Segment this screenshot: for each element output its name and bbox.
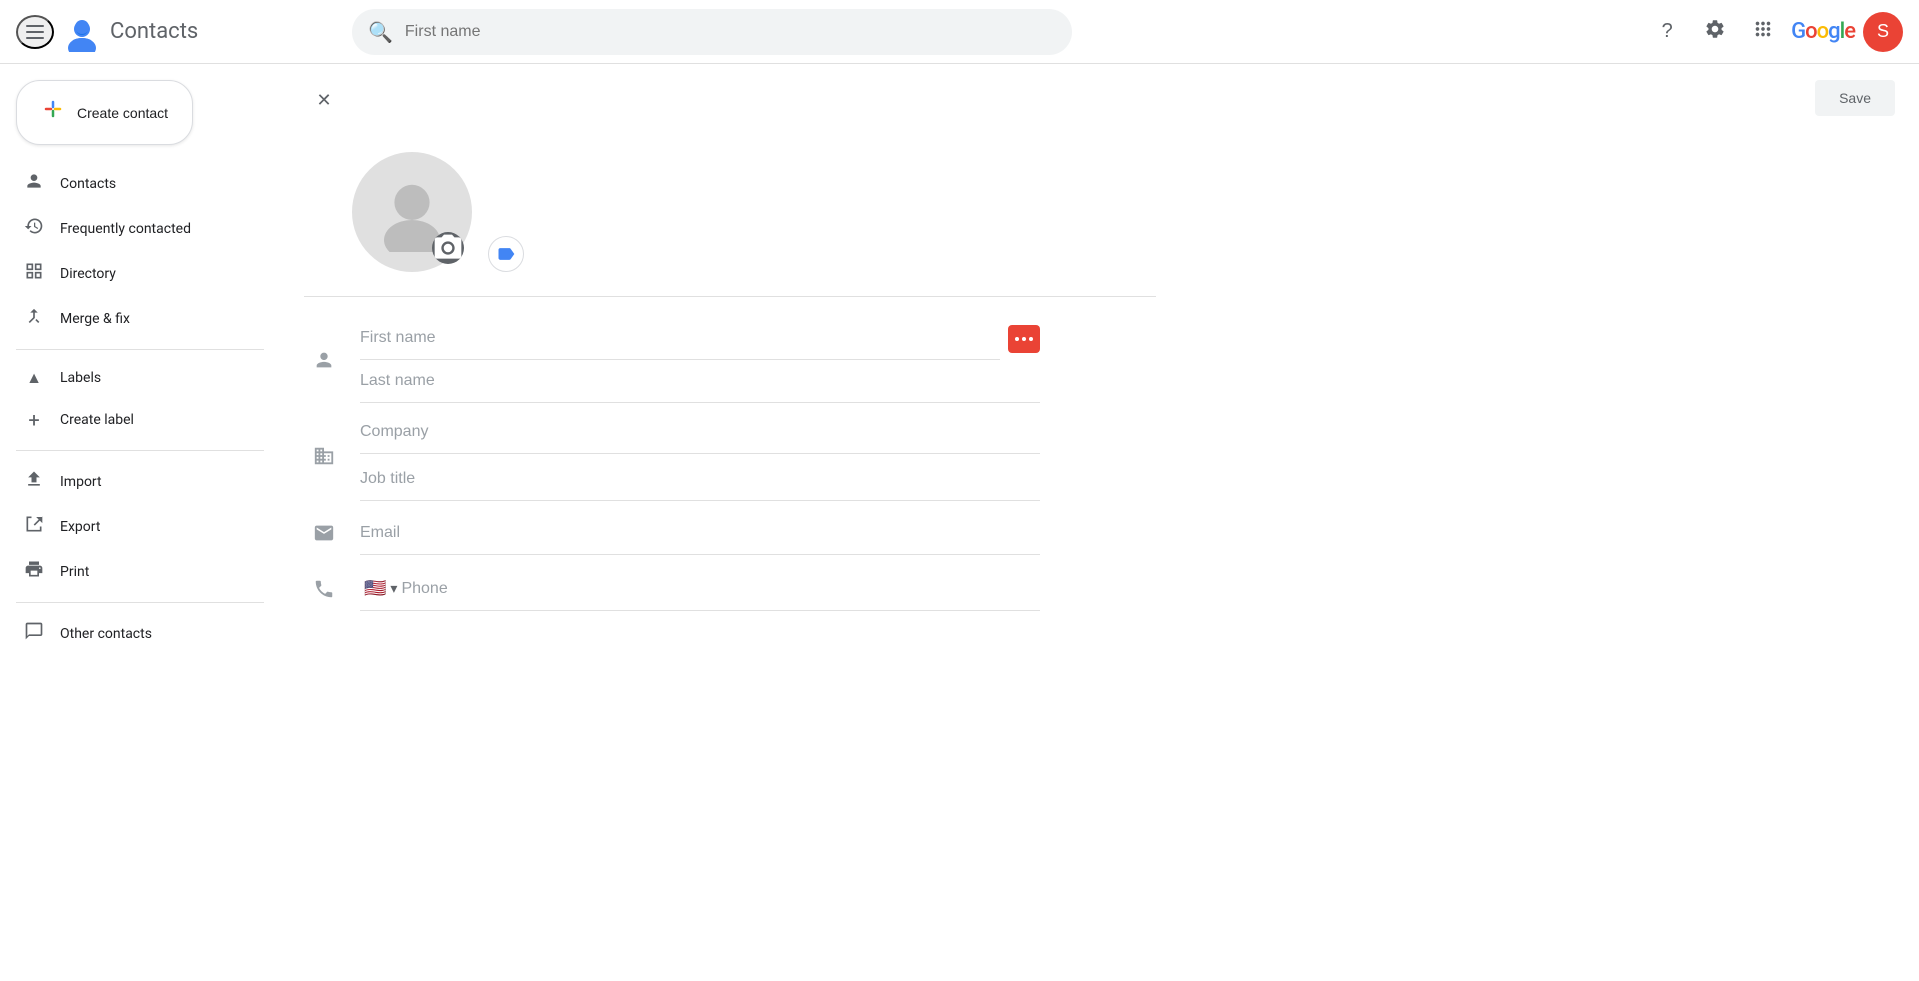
form-topbar: ✕ — [304, 64, 1156, 136]
export-icon — [24, 514, 44, 539]
print-item[interactable]: Print — [0, 549, 280, 594]
company-row — [304, 407, 1156, 505]
google-logo-area: Google — [1791, 19, 1855, 44]
first-name-field-row — [360, 317, 1040, 360]
search-input[interactable] — [405, 23, 1056, 41]
phone-input[interactable] — [401, 568, 1040, 610]
close-form-button[interactable]: ✕ — [304, 80, 344, 120]
sidebar-item-frequently-label: Frequently contacted — [60, 221, 191, 237]
sidebar-item-directory-label: Directory — [60, 266, 116, 282]
avatar-section — [304, 136, 1156, 296]
header-left: Contacts — [16, 12, 336, 52]
phone-field-wrap: 🇺🇸 ▾ — [360, 568, 1040, 611]
sidebar: Create contact Contacts Frequently conta… — [0, 64, 280, 981]
sidebar-divider-3 — [16, 602, 264, 603]
phone-row: 🇺🇸 ▾ — [304, 561, 1156, 617]
company-group — [360, 411, 1040, 501]
plus-icon — [41, 97, 65, 128]
search-icon: 🔍 — [368, 20, 393, 44]
sidebar-item-merge-label: Merge & fix — [60, 311, 130, 327]
dots-icon — [1015, 337, 1033, 341]
settings-button[interactable] — [1695, 12, 1735, 52]
last-name-input[interactable] — [360, 360, 1040, 403]
import-item[interactable]: Import — [0, 459, 280, 504]
import-label: Import — [60, 474, 102, 490]
save-button[interactable]: Save — [1815, 80, 1895, 116]
create-label-item[interactable]: + Create label — [0, 398, 280, 442]
close-icon: ✕ — [316, 90, 331, 111]
create-label-label: Create label — [60, 412, 134, 428]
camera-overlay — [432, 232, 464, 264]
contacts-logo-icon — [62, 12, 102, 52]
email-field-wrap — [360, 512, 1040, 555]
chevron-up-icon: ▲ — [24, 368, 44, 388]
merge-icon — [24, 306, 44, 331]
other-contacts-icon — [24, 621, 44, 646]
phone-country-selector[interactable]: 🇺🇸 ▾ — [360, 578, 401, 599]
app-title: Contacts — [110, 19, 198, 44]
content-area: ✕ Save — [280, 64, 1919, 981]
name-extra-button[interactable] — [1008, 325, 1040, 353]
labels-section-label: Labels — [60, 370, 101, 386]
company-field-icon — [304, 445, 344, 467]
job-title-input[interactable] — [360, 458, 1040, 500]
email-row — [304, 505, 1156, 561]
header-actions: ? Google S — [1647, 12, 1903, 52]
search-bar[interactable]: 🔍 — [352, 9, 1072, 55]
apps-grid-icon — [1752, 18, 1774, 46]
name-fields-group — [360, 317, 1040, 403]
gear-icon — [1704, 18, 1726, 46]
first-name-input[interactable] — [360, 317, 1000, 360]
first-name-row — [304, 313, 1156, 407]
contact-form-panel: ✕ Save — [280, 64, 1180, 625]
apps-button[interactable] — [1743, 12, 1783, 52]
sidebar-item-frequently-contacted[interactable]: Frequently contacted — [0, 206, 264, 251]
sidebar-divider-1 — [16, 349, 264, 350]
person-icon — [24, 171, 44, 196]
email-field-icon — [304, 522, 344, 544]
help-icon: ? — [1662, 20, 1673, 43]
labels-section[interactable]: ▲ Labels — [0, 358, 280, 398]
export-item[interactable]: Export — [0, 504, 280, 549]
form-fields: 🇺🇸 ▾ — [304, 305, 1156, 625]
company-field-wrap — [360, 411, 1040, 454]
export-label: Export — [60, 519, 100, 535]
us-flag-icon: 🇺🇸 — [364, 578, 386, 599]
email-input[interactable] — [360, 512, 1040, 554]
add-label-button[interactable] — [488, 236, 524, 272]
sidebar-item-contacts-label: Contacts — [60, 176, 116, 192]
sidebar-divider-2 — [16, 450, 264, 451]
person-field-icon — [304, 349, 344, 371]
job-title-field-wrap — [360, 458, 1040, 501]
logo-area: Contacts — [62, 12, 198, 52]
create-contact-button[interactable]: Create contact — [16, 80, 193, 145]
menu-button[interactable] — [16, 15, 54, 49]
app-header: Contacts 🔍 // Fix search placeholder doc… — [0, 0, 1919, 64]
create-contact-label: Create contact — [77, 105, 168, 121]
other-contacts-label: Other contacts — [60, 626, 152, 642]
user-avatar-button[interactable]: S — [1863, 12, 1903, 52]
avatar-upload-button[interactable] — [352, 152, 472, 272]
company-input[interactable] — [360, 411, 1040, 453]
plus-small-icon: + — [24, 408, 44, 432]
help-button[interactable]: ? — [1647, 12, 1687, 52]
google-wordmark: Google — [1791, 19, 1855, 44]
phone-field-icon — [304, 578, 344, 600]
import-icon — [24, 469, 44, 494]
directory-icon — [24, 261, 44, 286]
sidebar-item-directory[interactable]: Directory — [0, 251, 264, 296]
sidebar-item-merge-fix[interactable]: Merge & fix — [0, 296, 264, 341]
chevron-down-icon: ▾ — [390, 581, 397, 597]
form-divider — [304, 296, 1156, 297]
other-contacts-item[interactable]: Other contacts — [0, 611, 280, 656]
last-name-field-row — [360, 360, 1040, 403]
sidebar-item-contacts[interactable]: Contacts — [0, 161, 264, 206]
print-label: Print — [60, 564, 89, 580]
print-icon — [24, 559, 44, 584]
history-icon — [24, 216, 44, 241]
main-layout: Create contact Contacts Frequently conta… — [0, 64, 1919, 981]
